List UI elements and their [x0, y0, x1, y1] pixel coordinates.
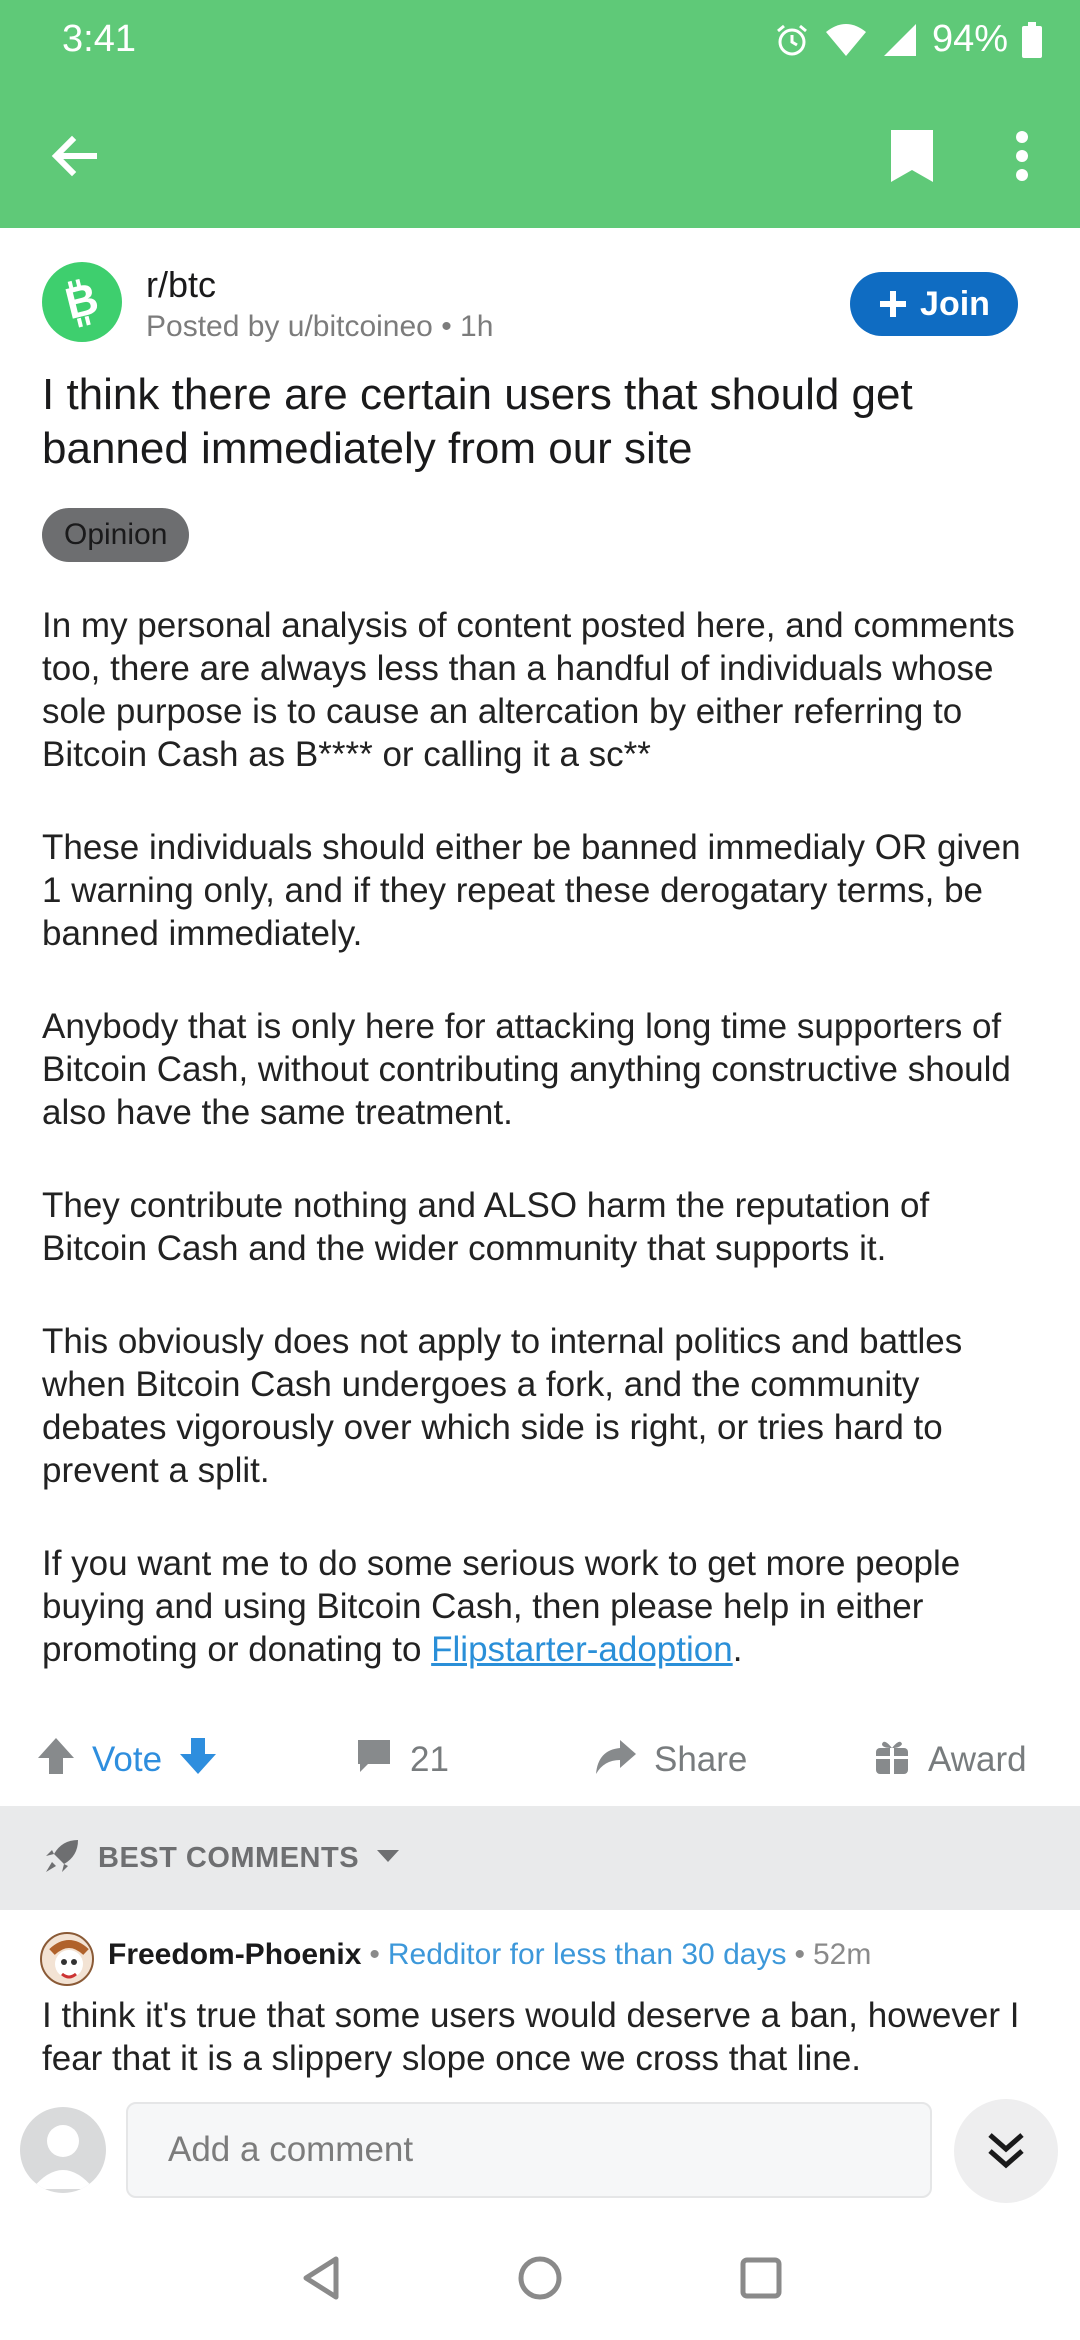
comment-item[interactable]: Freedom-Phoenix • Redditor for less than… — [0, 1910, 1080, 2085]
wifi-icon — [824, 22, 868, 58]
post-title: I think there are certain users that sho… — [42, 370, 913, 473]
downvote-icon[interactable] — [178, 1736, 218, 1785]
status-time: 3:41 — [62, 18, 136, 60]
vote-group: Vote — [36, 1720, 218, 1800]
comment-bubble-icon — [354, 1736, 394, 1785]
status-icons: 94% — [774, 18, 1042, 61]
nav-back-icon[interactable] — [286, 2243, 356, 2313]
double-chevron-down-icon — [988, 2133, 1024, 2169]
more-vert-icon[interactable] — [990, 120, 1054, 192]
post-paragraph: They contribute nothing and ALSO harm th… — [42, 1186, 930, 1268]
post-flair[interactable]: Opinion — [42, 508, 190, 562]
bitcoin-cash-logo-icon: B — [61, 276, 104, 328]
share-label: Share — [654, 1740, 748, 1779]
svg-text:B: B — [61, 276, 104, 328]
share-arrow-icon — [594, 1736, 638, 1785]
commenter-avatar[interactable] — [40, 1932, 94, 1986]
post-actions: Vote 21 Share Award — [0, 1720, 1080, 1800]
comment-author[interactable]: Freedom-Phoenix — [108, 1938, 361, 1972]
rocket-icon — [42, 1836, 82, 1881]
comment-time: 52m — [812, 1938, 872, 1971]
meta-separator: • — [369, 1938, 380, 1971]
post-body: In my personal analysis of content poste… — [42, 604, 1042, 1721]
post-paragraph-last: If you want me to do some serious work t… — [42, 1542, 1042, 1671]
chevron-down-icon — [375, 1847, 401, 1870]
share-button[interactable]: Share — [594, 1720, 747, 1800]
comment-sort-bar[interactable]: BEST COMMENTS — [0, 1806, 1080, 1910]
meta-separator: • — [794, 1938, 805, 1971]
join-label: Join — [920, 284, 990, 323]
vote-label: Vote — [92, 1740, 163, 1779]
user-flair: Redditor for less than 30 days — [387, 1938, 787, 1971]
post-paragraph-end: . — [732, 1630, 743, 1669]
post-paragraph: In my personal analysis of content poste… — [42, 606, 1015, 774]
comments-button[interactable]: 21 — [354, 1720, 449, 1800]
comment-meta: Freedom-Phoenix • Redditor for less than… — [108, 1938, 871, 1972]
status-bar: 3:41 94% — [0, 0, 1080, 80]
post-paragraph: Anybody that is only here for attacking … — [42, 1007, 1011, 1132]
back-arrow-icon[interactable] — [38, 120, 110, 192]
post-paragraph: These individuals should either be banne… — [42, 828, 1021, 953]
signal-icon — [882, 22, 918, 58]
bookmark-icon[interactable] — [876, 120, 948, 192]
flipstarter-link[interactable]: Flipstarter-adoption — [431, 1630, 733, 1669]
system-nav-bar — [0, 2217, 1080, 2340]
award-label: Award — [928, 1740, 1027, 1779]
user-avatar[interactable] — [20, 2107, 106, 2193]
subreddit-name[interactable]: r/btc — [146, 264, 216, 306]
battery-icon — [1022, 21, 1042, 58]
nav-home-icon[interactable] — [505, 2243, 575, 2313]
join-button[interactable]: Join — [850, 272, 1018, 336]
alarm-icon — [774, 22, 810, 58]
subreddit-avatar[interactable]: B — [42, 262, 122, 342]
award-button[interactable]: Award — [872, 1720, 1027, 1800]
sort-label: BEST COMMENTS — [98, 1841, 360, 1874]
add-comment-input[interactable]: Add a comment — [126, 2102, 932, 2198]
comment-text: I think it's true that some users would … — [42, 1996, 1020, 2078]
battery-text: 94% — [931, 18, 1008, 60]
plus-icon — [880, 291, 907, 317]
comments-count: 21 — [410, 1740, 449, 1779]
nav-recents-icon[interactable] — [726, 2243, 796, 2313]
comment-input-bar: Add a comment — [0, 2085, 1080, 2217]
post-paragraph: This obviously does not apply to interna… — [42, 1322, 963, 1490]
toolbar — [0, 80, 1080, 228]
collapse-comments-button[interactable] — [954, 2099, 1058, 2203]
gift-icon — [872, 1736, 912, 1785]
posted-by[interactable]: Posted by u/bitcoineo • 1h — [146, 310, 493, 344]
app-bar: 3:41 94% — [0, 0, 1080, 228]
upvote-icon[interactable] — [36, 1736, 76, 1785]
